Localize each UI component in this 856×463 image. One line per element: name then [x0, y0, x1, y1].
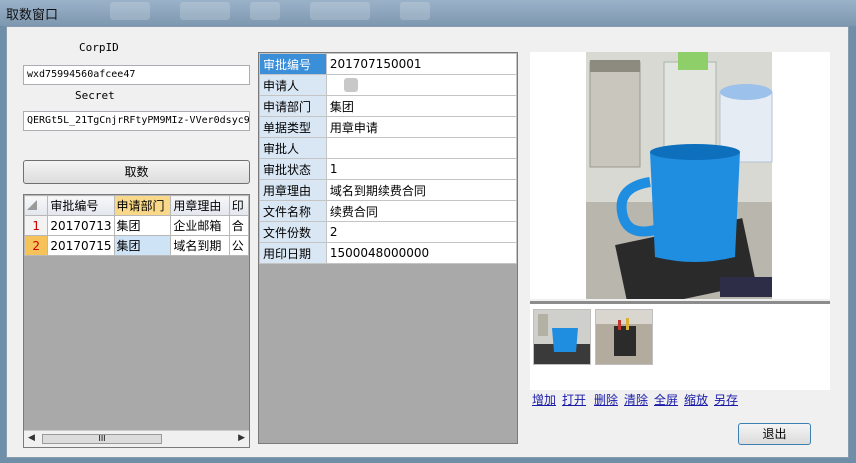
- main-window: CorpID wxd75994560afcee47 Secret QERGt5L…: [6, 26, 849, 458]
- detail-row[interactable]: 文件名称 续费合同: [259, 200, 518, 222]
- table-row[interactable]: 1 20170713 集团 企业邮箱 合: [24, 215, 249, 236]
- column-header[interactable]: 用章理由: [170, 195, 230, 216]
- table-cell-selected[interactable]: 集团: [113, 235, 172, 256]
- detail-field-label: 用章理由: [259, 179, 327, 201]
- detail-field-label: 用印日期: [259, 242, 327, 264]
- detail-field-value[interactable]: 2: [325, 221, 518, 243]
- table-cell[interactable]: 域名到期: [170, 235, 230, 256]
- background-blur: [250, 2, 280, 20]
- detail-row[interactable]: 用章理由 域名到期续费合同: [259, 179, 518, 201]
- detail-field-value[interactable]: 集团: [325, 95, 518, 117]
- grid-corner[interactable]: [24, 195, 49, 216]
- column-header[interactable]: 印: [228, 195, 249, 216]
- detail-field-value[interactable]: [325, 74, 518, 96]
- background-blur: [110, 2, 150, 20]
- table-cell[interactable]: 企业邮箱: [170, 215, 230, 236]
- add-image-link[interactable]: 增加: [532, 391, 556, 408]
- detail-field-value[interactable]: 1500048000000: [325, 242, 518, 264]
- detail-row[interactable]: 申请部门 集团: [259, 95, 518, 117]
- table-cell[interactable]: 20170715: [47, 235, 115, 256]
- detail-field-value[interactable]: 用章申请: [325, 116, 518, 138]
- corpid-label: CorpID: [79, 41, 119, 54]
- scroll-thumb[interactable]: III: [42, 434, 162, 444]
- detail-field-value[interactable]: [325, 137, 518, 159]
- thumbnail-1[interactable]: [533, 309, 591, 365]
- detail-field-label: 审批状态: [259, 158, 327, 180]
- scroll-right-icon[interactable]: ▶: [238, 433, 245, 443]
- secret-input[interactable]: QERGt5L_21TgCnjrRFtyPM9MIz-VVer0dsyc9: [23, 111, 250, 131]
- detail-row[interactable]: 用印日期 1500048000000: [259, 242, 518, 264]
- fullscreen-link[interactable]: 全屏: [654, 391, 678, 408]
- table-cell[interactable]: 合: [228, 215, 249, 236]
- secret-label: Secret: [75, 89, 115, 102]
- background-blur: [310, 2, 370, 20]
- detail-field-value[interactable]: 1: [325, 158, 518, 180]
- background-blur: [180, 2, 230, 20]
- detail-field-label: 单据类型: [259, 116, 327, 138]
- title-bar: 取数窗口: [0, 0, 856, 26]
- photo-preview: [586, 52, 773, 311]
- horizontal-scrollbar[interactable]: ◀ III ▶: [24, 430, 249, 447]
- zoom-link[interactable]: 缩放: [684, 391, 708, 408]
- detail-row[interactable]: 审批人: [259, 137, 518, 159]
- detail-row[interactable]: 文件份数 2: [259, 221, 518, 243]
- open-image-link[interactable]: 打开: [562, 391, 586, 408]
- scroll-left-icon[interactable]: ◀: [28, 433, 35, 443]
- delete-image-link[interactable]: 删除: [594, 391, 618, 408]
- table-cell[interactable]: 集团: [113, 215, 172, 236]
- detail-row[interactable]: 审批编号 201707150001: [259, 53, 518, 75]
- detail-row[interactable]: 申请人: [259, 74, 518, 96]
- detail-field-label: 申请人: [259, 74, 327, 96]
- window-title: 取数窗口: [6, 8, 59, 23]
- thumbnail-2[interactable]: [595, 309, 653, 365]
- detail-grid: 审批编号 201707150001 申请人 申请部门 集团 单据类型 用章申请 审批人 审批状态…: [258, 52, 518, 444]
- column-header[interactable]: 审批编号: [47, 195, 115, 216]
- column-header-selected[interactable]: 申请部门: [113, 195, 172, 216]
- detail-field-label: 审批编号: [259, 53, 327, 75]
- exit-button[interactable]: 退出: [738, 423, 811, 445]
- mug-shape: [650, 152, 740, 262]
- thumbnail-strip: [530, 301, 830, 390]
- clear-images-link[interactable]: 清除: [624, 391, 648, 408]
- table-cell[interactable]: 20170713: [47, 215, 115, 236]
- fetch-button[interactable]: 取数: [23, 160, 250, 184]
- detail-field-value[interactable]: 201707150001: [325, 53, 518, 75]
- detail-field-label: 文件份数: [259, 221, 327, 243]
- corpid-input[interactable]: wxd75994560afcee47: [23, 65, 250, 85]
- image-preview[interactable]: [530, 52, 830, 311]
- detail-row[interactable]: 单据类型 用章申请: [259, 116, 518, 138]
- detail-field-label: 文件名称: [259, 200, 327, 222]
- row-number[interactable]: 2: [24, 235, 49, 256]
- avatar: [343, 78, 358, 93]
- detail-field-value[interactable]: 续费合同: [325, 200, 518, 222]
- table-row-selected[interactable]: 2 20170715 集团 域名到期 公: [24, 235, 249, 256]
- detail-field-label: 申请部门: [259, 95, 327, 117]
- detail-field-label: 审批人: [259, 137, 327, 159]
- detail-field-value[interactable]: 域名到期续费合同: [325, 179, 518, 201]
- table-cell[interactable]: 公: [228, 235, 249, 256]
- row-number[interactable]: 1: [24, 215, 49, 236]
- select-all-icon: [27, 199, 37, 210]
- approval-list-grid: 审批编号 申请部门 用章理由 印 1 20170713 集团 企业邮箱 合 2 …: [23, 194, 250, 448]
- background-blur: [400, 2, 430, 20]
- save-as-link[interactable]: 另存: [714, 391, 738, 408]
- grid-header-row: 审批编号 申请部门 用章理由 印: [24, 195, 249, 216]
- detail-row[interactable]: 审批状态 1: [259, 158, 518, 180]
